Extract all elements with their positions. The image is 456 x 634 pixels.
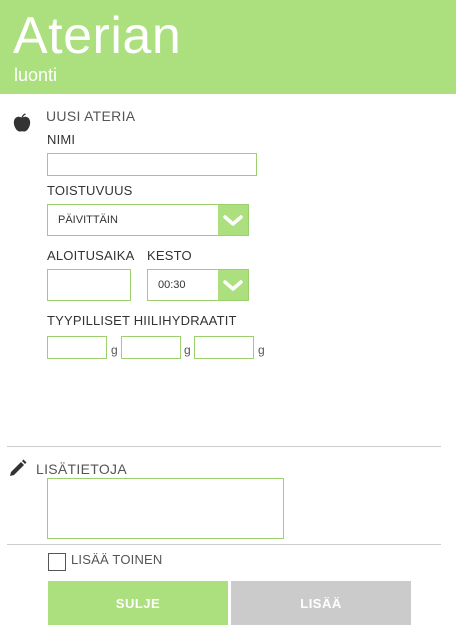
add-button[interactable]: LISÄÄ — [231, 581, 411, 625]
app-title: Aterian — [13, 7, 182, 65]
section-divider — [7, 544, 441, 545]
chevron-down-icon — [223, 280, 243, 291]
section-divider — [7, 446, 441, 447]
duration-select-arrow[interactable] — [218, 270, 248, 300]
carbs-input-3[interactable] — [194, 336, 254, 359]
notes-section-title: LISÄTIETOJA — [36, 461, 127, 477]
carbs-unit-2: g — [184, 343, 191, 357]
duration-select-value: 00:30 — [158, 279, 186, 291]
name-label: NIMI — [47, 132, 76, 147]
apple-icon — [13, 113, 31, 132]
duration-label: KESTO — [147, 248, 192, 263]
add-another-label: LISÄÄ TOINEN — [71, 552, 163, 567]
notes-textarea[interactable] — [47, 478, 284, 539]
app-header: Aterian luonti — [0, 0, 456, 94]
chevron-down-icon — [223, 215, 243, 226]
add-another-checkbox[interactable] — [48, 553, 66, 571]
close-button[interactable]: SULJE — [48, 581, 228, 625]
start-time-input[interactable] — [47, 269, 131, 301]
carbs-label: TYYPILLISET HIILIHYDRAATIT — [47, 313, 237, 328]
meal-section-title: UUSI ATERIA — [46, 108, 136, 124]
carbs-unit-3: g — [258, 343, 265, 357]
repeat-select-value: PÄIVITTÄIN — [58, 214, 118, 226]
pencil-icon — [10, 459, 27, 476]
app-subtitle: luonti — [14, 65, 58, 85]
repeat-label: TOISTUVUUS — [47, 183, 133, 198]
name-input[interactable] — [47, 153, 257, 176]
repeat-select-arrow[interactable] — [218, 205, 248, 235]
carbs-input-1[interactable] — [47, 336, 107, 359]
duration-select[interactable]: 00:30 — [147, 269, 249, 301]
carbs-input-2[interactable] — [121, 336, 181, 359]
repeat-select[interactable]: PÄIVITTÄIN — [47, 204, 249, 236]
start-time-label: ALOITUSAIKA — [47, 248, 135, 263]
carbs-unit-1: g — [111, 343, 118, 357]
